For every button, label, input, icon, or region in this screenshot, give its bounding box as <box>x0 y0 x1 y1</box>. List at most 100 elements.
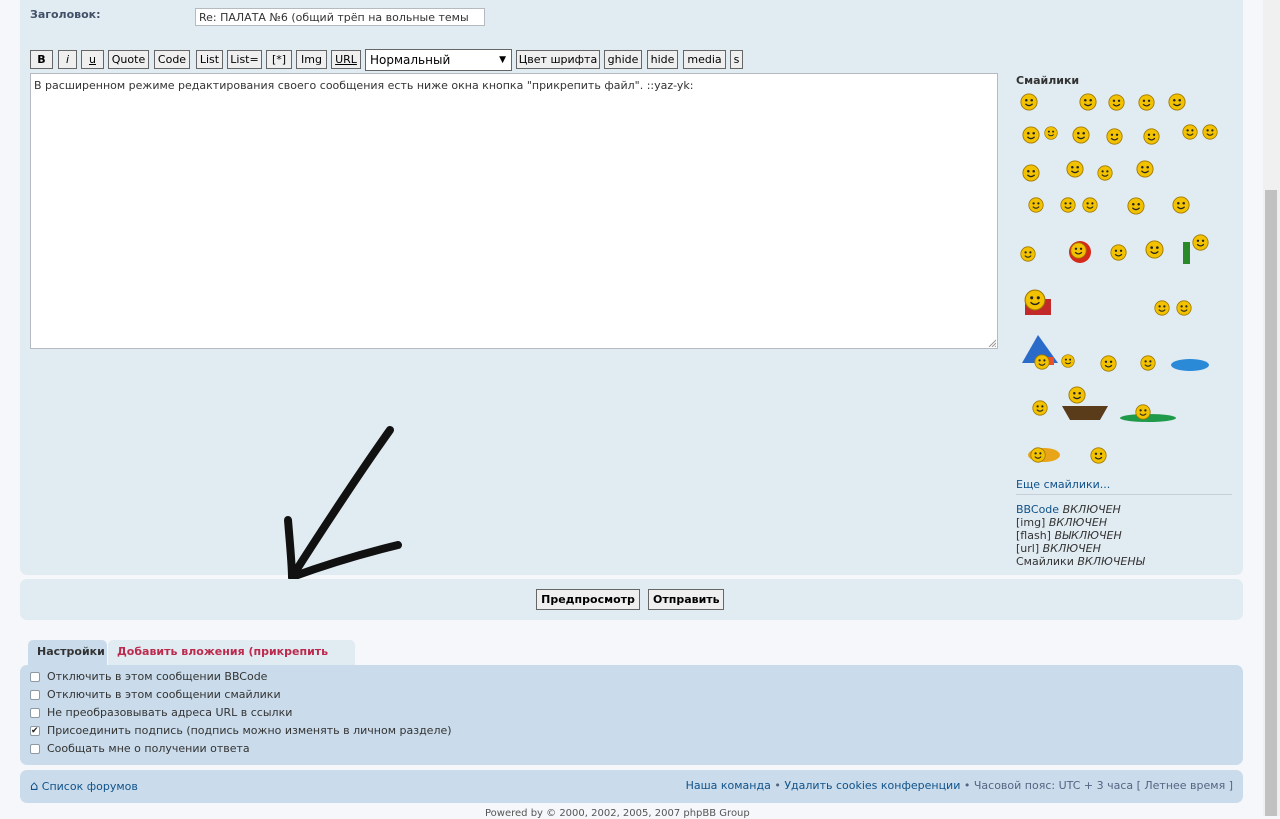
media-button[interactable]: media <box>683 50 726 69</box>
smiley-icon[interactable] <box>1106 128 1123 145</box>
pond-icon[interactable] <box>1170 356 1210 375</box>
forum-list-link[interactable]: ⌂ Список форумов <box>30 779 138 794</box>
subject-input[interactable]: Re: ПАЛАТА №6 (общий трёп на вольные тем… <box>195 8 485 26</box>
smiley-icon[interactable] <box>1143 128 1160 145</box>
smiley-icon[interactable] <box>1192 234 1209 251</box>
smiley-icon[interactable] <box>1034 354 1050 370</box>
smiley-icon[interactable] <box>1127 197 1145 215</box>
option-label: Не преобразовывать адреса URL в ссылки <box>47 706 293 719</box>
smiley-icon[interactable] <box>1140 355 1156 371</box>
smilies-status-label: Смайлики <box>1016 555 1074 568</box>
list-item-button[interactable]: [*] <box>266 50 292 69</box>
option-checkbox[interactable] <box>30 708 40 718</box>
dropdown-arrow-icon: ▼ <box>499 55 506 65</box>
option-checkbox[interactable] <box>30 672 40 682</box>
bbcode-status-list: BBCode ВКЛЮЧЕН [img] ВКЛЮЧЕН [flash] ВЫК… <box>1016 503 1145 568</box>
home-icon: ⌂ <box>30 779 39 794</box>
strike-button[interactable]: s <box>730 50 743 69</box>
smiley-icon[interactable] <box>1172 196 1190 214</box>
smiley-icon[interactable] <box>1108 94 1125 111</box>
smiley-icon[interactable] <box>1020 93 1038 111</box>
smiley-icon[interactable] <box>1145 240 1164 259</box>
preview-button[interactable]: Предпросмотр <box>536 589 640 610</box>
smiley-icon[interactable] <box>1079 93 1097 111</box>
smiley-icon[interactable] <box>1100 355 1117 372</box>
underline-button[interactable]: u <box>81 50 104 69</box>
smiley-icon[interactable] <box>1082 197 1098 213</box>
bottle-icon[interactable] <box>1180 236 1192 269</box>
img-state: ВКЛЮЧЕН <box>1048 516 1108 529</box>
url-state: ВКЛЮЧЕН <box>1042 542 1101 555</box>
smiley-icon[interactable] <box>1136 160 1154 178</box>
flash-status-label: [flash] <box>1016 529 1051 542</box>
smiley-icon[interactable] <box>1061 354 1075 368</box>
smiley-icon[interactable] <box>1182 124 1198 140</box>
smiley-icon[interactable] <box>1097 165 1113 181</box>
smiley-icon[interactable] <box>1090 447 1107 464</box>
option-checkbox[interactable] <box>30 744 40 754</box>
option-label: Присоединить подпись (подпись можно изме… <box>47 724 452 737</box>
smiley-icon[interactable] <box>1066 160 1084 178</box>
list-button[interactable]: List <box>196 50 223 69</box>
footer-separator: • <box>774 779 781 792</box>
smiley-icon[interactable] <box>1168 93 1186 111</box>
submit-button[interactable]: Отправить <box>648 589 724 610</box>
url-status-label: [url] <box>1016 542 1040 555</box>
smiley-icon[interactable] <box>1135 404 1151 420</box>
img-button[interactable]: Img <box>296 50 327 69</box>
tab-attachments[interactable]: Добавить вложения (прикрепить фото) <box>108 640 355 682</box>
italic-button[interactable]: i <box>58 50 77 69</box>
ghide-button[interactable]: ghide <box>604 50 642 69</box>
smiley-icon[interactable] <box>1032 400 1048 416</box>
img-status-label: [img] <box>1016 516 1046 529</box>
smiley-icon[interactable] <box>1070 242 1087 259</box>
option-checkbox[interactable] <box>30 723 40 739</box>
smilies-state: ВКЛЮЧЕНЫ <box>1077 555 1145 568</box>
smiley-icon[interactable] <box>1154 300 1170 316</box>
quote-button[interactable]: Quote <box>108 50 149 69</box>
smiley-icon[interactable] <box>1176 300 1192 316</box>
code-button[interactable]: Code <box>154 50 190 69</box>
list-ordered-button[interactable]: List= <box>227 50 262 69</box>
smiley-icon[interactable] <box>1022 126 1040 144</box>
option-label: Отключить в этом сообщении BBCode <box>47 670 268 683</box>
option-label: Отключить в этом сообщении смайлики <box>47 688 281 701</box>
smiley-icon[interactable] <box>1020 246 1036 262</box>
tab-settings[interactable]: Настройки <box>28 640 107 665</box>
hide-button[interactable]: hide <box>647 50 678 69</box>
font-size-select[interactable]: Нормальный ▼ <box>365 49 512 71</box>
font-color-button[interactable]: Цвет шрифта <box>516 50 600 69</box>
font-size-value: Нормальный <box>370 53 451 67</box>
team-link[interactable]: Наша команда <box>686 779 771 792</box>
smiley-icon[interactable] <box>1028 197 1044 213</box>
powered-by-text: Powered by © 2000, 2002, 2005, 2007 phpB… <box>485 808 750 819</box>
option-label: Сообщать мне о получении ответа <box>47 742 250 755</box>
url-button[interactable]: URL <box>331 50 361 69</box>
more-smilies-link[interactable]: Еще смайлики... <box>1016 478 1110 491</box>
bbcode-help-link[interactable]: BBCode <box>1016 503 1059 516</box>
smilies-title: Смайлики <box>1016 74 1080 87</box>
option-checkbox[interactable] <box>30 690 40 700</box>
smiley-icon[interactable] <box>1110 244 1127 261</box>
smilies-divider <box>1016 494 1232 495</box>
flash-state: ВЫКЛЮЧЕН <box>1054 529 1122 542</box>
smiley-icon[interactable] <box>1060 197 1076 213</box>
scrollbar-thumb[interactable] <box>1265 190 1277 816</box>
message-text: В расширенном режиме редактирования свое… <box>34 79 694 92</box>
message-textarea[interactable]: В расширенном режиме редактирования свое… <box>30 73 998 349</box>
forum-list-label: Список форумов <box>41 780 138 793</box>
bold-button[interactable]: B <box>30 50 53 69</box>
resize-grip-icon[interactable] <box>988 339 996 347</box>
smiley-icon[interactable] <box>1068 386 1086 404</box>
smiley-icon[interactable] <box>1202 124 1218 140</box>
smiley-icon[interactable] <box>1072 126 1090 144</box>
bbcode-state: ВКЛЮЧЕН <box>1062 503 1121 516</box>
timezone-text: Часовой пояс: UTC + 3 часа [ Летнее врем… <box>973 779 1233 792</box>
smiley-icon[interactable] <box>1030 447 1046 463</box>
smiley-icon[interactable] <box>1044 126 1058 140</box>
smiley-icon[interactable] <box>1022 164 1040 182</box>
smiley-icon[interactable] <box>1024 289 1046 311</box>
delete-cookies-link[interactable]: Удалить cookies конференции <box>784 779 960 792</box>
footer-separator: • <box>963 779 971 792</box>
smiley-icon[interactable] <box>1138 94 1155 111</box>
